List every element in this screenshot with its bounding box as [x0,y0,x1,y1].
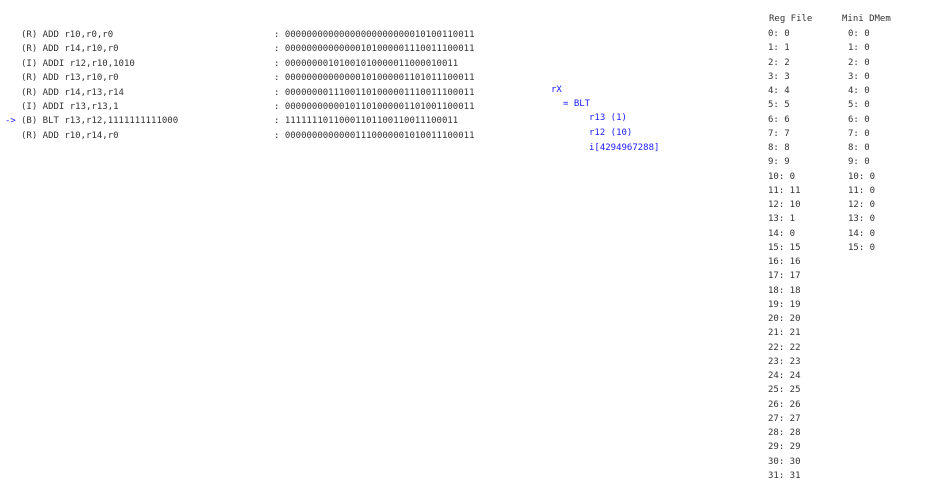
instruction-binary: : 00000000000000101000001101011100011 [274,73,475,84]
instruction-text: (B) BLT r13,r12,1111111111000 [21,116,179,127]
reg-file-row: 15: 15 [768,242,801,253]
tree-child-imm: i[4294967288] [589,143,660,153]
reg-file-row: 1: 1 [768,43,790,54]
mini-dmem-row: 0: 0 [848,29,870,39]
instruction-row[interactable]: (I) ADDI r13,r13,1 : 00000000000101101000… [0,100,520,114]
instruction-text: (R) ADD r14,r10,r0 [21,44,119,55]
reg-file-row: 7: 7 [768,128,790,139]
reg-file-row: 20: 20 [768,314,801,324]
instruction-binary: : 00000000000000000000000010100110011 [274,30,475,40]
reg-file-row: 0: 0 [768,29,790,39]
reg-file-row: 5: 5 [768,100,790,111]
instruction-binary: : 00000000000000101000001110011100011 [274,44,475,55]
instruction-binary: : 00000000000101101000001101001100011 [274,102,475,112]
mini-dmem-row: 12: 0 [848,200,876,210]
instruction-text: (R) ADD r10,r0,r0 [21,30,114,40]
instruction-row[interactable]: -> (B) BLT r13,r12,1111111111000 : 1111111… [0,114,520,128]
mini-dmem-row: 15: 0 [848,242,876,253]
instruction-row[interactable]: (R) ADD r14,r10,r0 : 00000000000000101000… [0,42,520,56]
reg-file-row: 23: 23 [768,356,801,367]
instruction-row[interactable]: (I) ADDI r12,r10,1010 : 00000000101001010… [0,57,520,71]
mini-dmem-row: 2: 0 [848,57,870,68]
instruction-binary: : 00000000111001101000001110011100011 [274,87,475,98]
instruction-text: (R) ADD r10,r14,r0 [21,130,119,141]
reg-file-row: 27: 27 [768,413,801,424]
mini-dmem-row: 3: 0 [848,71,870,82]
reg-file-row: 3: 3 [768,71,790,82]
reg-file-row: 19: 19 [768,299,801,310]
instruction-text: (I) ADDI r13,r13,1 [21,102,119,112]
instruction-text: (R) ADD r13,r10,r0 [21,73,119,84]
reg-file-row: 8: 8 [768,143,790,153]
instruction-row[interactable]: (R) ADD r10,r0,r0 : 000000000000000000000… [0,28,520,42]
tree-child-rs2: r12 (10) [589,128,633,138]
instruction-text: (R) ADD r14,r13,r14 [21,87,124,98]
reg-file-row: 16: 16 [768,257,801,267]
reg-file-row: 9: 9 [768,157,790,168]
current-instruction-pointer: -> [5,116,16,127]
reg-file-row: 30: 30 [768,456,801,467]
mini-dmem-row: 9: 0 [848,157,870,168]
mini-dmem-row: 11: 0 [848,185,876,196]
tree-root: rX [551,85,562,95]
reg-file-row: 17: 17 [768,271,801,282]
reg-file-row: 26: 26 [768,399,801,410]
mini-dmem-row: 5: 0 [848,100,870,111]
mini-dmem-row: 1: 0 [848,43,870,54]
tree-child-rs1: r13 (1) [589,113,627,123]
instruction-binary: : 11111110110001101100110011100011 [274,116,459,127]
reg-file-row: 28: 28 [768,428,801,438]
reg-file-row: 22: 22 [768,342,801,353]
instruction-binary: : 00000000000001110000001010011100011 [274,130,475,141]
mini-dmem-row: 13: 0 [848,214,876,225]
mini-dmem-row: 7: 0 [848,128,870,139]
instruction-row[interactable]: (R) ADD r14,r13,r14 : 0000000011100110100… [0,86,520,100]
reg-file-row: 13: 1 [768,214,796,225]
instruction-binary: : 00000000101001010000011000010011 [274,58,459,69]
reg-file-row: 14: 0 [768,228,796,239]
mini-dmem-row: 10: 0 [848,171,876,182]
reg-file-row: 4: 4 [768,86,790,96]
mini-dmem-row: 8: 0 [848,143,870,153]
reg-file-row: 25: 25 [768,385,801,396]
reg-file-row: 18: 18 [768,285,801,296]
mini-dmem-title: Mini DMem [842,14,891,24]
reg-file-row: 31: 31 [768,470,801,481]
instruction-row[interactable]: (R) ADD r13,r10,r0 : 00000000000000101000… [0,71,520,85]
mini-dmem-row: 14: 0 [848,228,876,239]
mini-dmem-row: 4: 0 [848,86,870,96]
reg-file-row: 11: 11 [768,185,801,196]
tree-op: = BLT [563,99,591,109]
mini-dmem-row: 6: 0 [848,114,870,125]
reg-file-row: 12: 10 [768,200,801,210]
reg-file-title: Reg File [769,14,813,24]
reg-file-row: 6: 6 [768,114,790,125]
instruction-text: (I) ADDI r12,r10,1010 [21,58,135,69]
instruction-row[interactable]: (R) ADD r10,r14,r0 : 00000000000001110000… [0,129,520,143]
reg-file-row: 2: 2 [768,57,790,68]
reg-file-row: 29: 29 [768,442,801,453]
reg-file-row: 21: 21 [768,328,801,339]
reg-file-row: 24: 24 [768,371,801,381]
reg-file-row: 10: 0 [768,171,796,182]
